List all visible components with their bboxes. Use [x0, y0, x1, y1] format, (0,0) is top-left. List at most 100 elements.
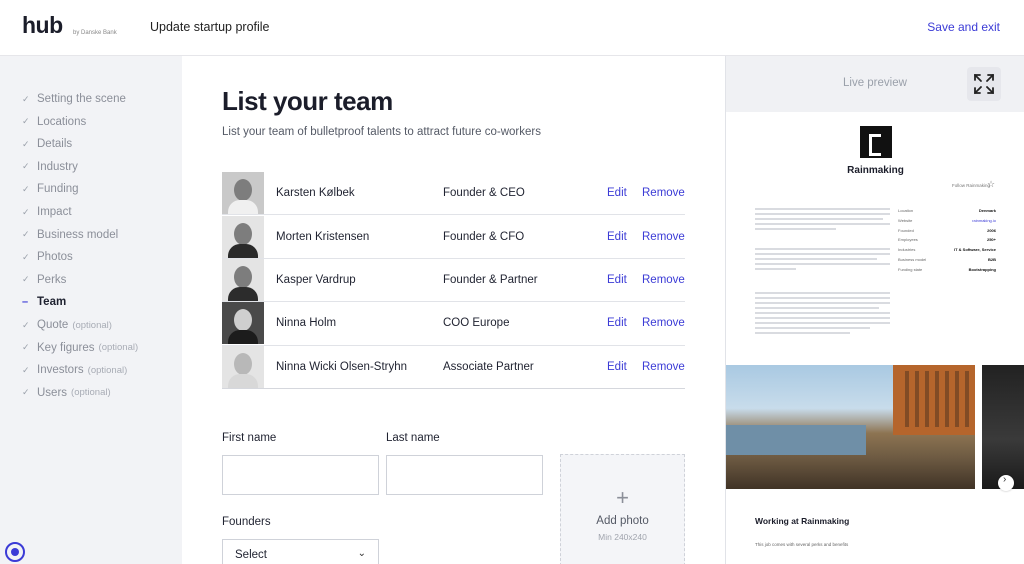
sidebar-item-label: Business model	[37, 228, 119, 241]
team-row: Karsten Kølbek Founder & CEO Edit Remove	[222, 172, 685, 216]
chevron-down-icon: ⌄	[357, 548, 366, 559]
sidebar-item-label: Quote	[37, 319, 69, 331]
office-photo	[982, 365, 1024, 489]
sidebar-item-locations[interactable]: ✓ Locations	[22, 112, 86, 132]
team-row: Morten Kristensen Founder & CFO Edit Rem…	[222, 215, 685, 259]
fact-row: Industries IT & Software, Service	[898, 247, 996, 253]
sidebar: ✓ Setting the scene ✓ Locations ✓ Details ✓…	[0, 56, 182, 564]
check-icon: ✓	[22, 364, 30, 375]
member-photo	[222, 345, 264, 388]
sidebar-item-label: Photos	[37, 251, 73, 264]
team-row: Ninna Holm COO Europe Edit Remove	[222, 302, 685, 346]
star-icon[interactable]: ☆	[987, 179, 995, 190]
member-role: Founder & CEO	[443, 187, 525, 200]
check-icon: ✓	[22, 229, 30, 240]
optional-tag: (optional)	[71, 387, 111, 399]
edit-member-button[interactable]: Edit	[607, 317, 627, 329]
edit-member-button[interactable]: Edit	[607, 274, 627, 286]
member-photo	[222, 172, 264, 215]
check-icon: ✓	[22, 206, 30, 217]
member-name: Ninna Wicki Olsen-Stryhn	[276, 360, 408, 373]
company-facts: Location Denmark Website rainmaking.io Fou…	[898, 208, 996, 277]
plus-icon: +	[616, 485, 629, 510]
optional-tag: (optional)	[98, 342, 139, 354]
fact-row: Funding state Bootstrapping	[898, 266, 996, 272]
fact-row: Business model B2B	[898, 256, 996, 262]
fact-row: Employees 250+	[898, 237, 996, 243]
member-role: Associate Partner	[443, 360, 534, 373]
optional-tag: (optional)	[72, 319, 112, 331]
sidebar-item-label: Setting the scene	[37, 93, 126, 105]
sidebar-item-setting-the-scene[interactable]: ✓ Setting the scene	[22, 89, 126, 109]
check-icon: ✓	[22, 93, 30, 104]
sidebar-item-label: Key figures	[37, 341, 95, 354]
sidebar-item-business-model[interactable]: ✓ Business model	[22, 225, 118, 245]
fact-row: Location Denmark	[898, 208, 996, 213]
sidebar-item-photos[interactable]: ✓ Photos	[22, 247, 73, 267]
follow-company-label[interactable]: Follow Rainmaking	[952, 183, 990, 188]
sidebar-item-users[interactable]: ✓ Users (optional)	[22, 383, 111, 403]
add-photo-label: Add photo	[596, 515, 649, 527]
team-row: Ninna Wicki Olsen-Stryhn Associate Partn…	[222, 345, 685, 389]
remove-member-button[interactable]: Remove	[642, 361, 685, 373]
help-chat-icon[interactable]	[5, 542, 25, 562]
expand-icon	[974, 74, 994, 94]
add-photo-dropzone[interactable]: + Add photo Min 240x240	[560, 454, 685, 564]
team-list: Karsten Kølbek Founder & CEO Edit Remove…	[222, 172, 685, 389]
check-icon: ✓	[22, 342, 30, 353]
remove-member-button[interactable]: Remove	[642, 231, 685, 243]
sidebar-item-label: Industry	[37, 160, 78, 173]
last-name-input[interactable]	[386, 455, 543, 495]
remove-member-button[interactable]: Remove	[642, 317, 685, 329]
last-name-label: Last name	[386, 432, 440, 444]
sidebar-item-team[interactable]: – Team	[22, 292, 66, 312]
member-name: Ninna Holm	[276, 317, 337, 330]
founders-select[interactable]: Select ⌄	[222, 539, 379, 564]
member-photo	[222, 258, 264, 301]
sidebar-item-perks[interactable]: ✓ Perks	[22, 270, 66, 290]
edit-member-button[interactable]: Edit	[607, 187, 627, 199]
sidebar-item-label: Locations	[37, 115, 87, 128]
team-row: Kasper Vardrup Founder & Partner Edit Re…	[222, 258, 685, 303]
working-at-subtitle: This job comes with several perks and be…	[755, 542, 849, 547]
sidebar-item-key-figures[interactable]: ✓ Key figures (optional)	[22, 338, 138, 358]
sidebar-item-industry[interactable]: ✓ Industry	[22, 157, 78, 177]
edit-member-button[interactable]: Edit	[607, 361, 627, 373]
sidebar-item-label: Investors	[37, 364, 84, 377]
remove-member-button[interactable]: Remove	[642, 187, 685, 199]
check-icon: ✓	[22, 161, 30, 172]
sidebar-item-label: Perks	[37, 273, 67, 286]
expand-preview-button[interactable]	[967, 67, 1001, 101]
edit-member-button[interactable]: Edit	[607, 231, 627, 243]
sidebar-item-funding[interactable]: ✓ Funding	[22, 179, 79, 199]
hub-logo[interactable]: hub	[22, 12, 63, 39]
sidebar-item-details[interactable]: ✓ Details	[22, 134, 72, 154]
page-subtitle: List your team of bulletproof talents to…	[222, 126, 541, 138]
first-name-input[interactable]	[222, 455, 379, 495]
save-and-exit-link[interactable]: Save and exit	[927, 20, 1000, 34]
member-photo	[222, 215, 264, 258]
first-name-label: First name	[222, 432, 277, 444]
active-dash-icon: –	[22, 296, 29, 309]
member-role: COO Europe	[443, 317, 510, 330]
description-paragraph	[755, 292, 890, 337]
remove-member-button[interactable]: Remove	[642, 274, 685, 286]
member-name: Morten Kristensen	[276, 230, 370, 243]
sidebar-item-impact[interactable]: ✓ Impact	[22, 202, 72, 222]
check-icon: ✓	[22, 251, 30, 262]
check-icon: ✓	[22, 116, 30, 127]
founders-select-value: Select	[235, 549, 267, 561]
company-name: Rainmaking	[847, 165, 904, 176]
sidebar-item-quote[interactable]: ✓ Quote (optional)	[22, 315, 112, 335]
optional-tag: (optional)	[87, 364, 128, 376]
member-photo	[222, 302, 264, 345]
live-preview-panel: Live preview Rainmaking Follow Rainmakin…	[725, 56, 1024, 564]
member-role: Founder & Partner	[443, 273, 538, 286]
carousel-next-button[interactable]	[998, 474, 1014, 491]
logo-subtitle: by Danske Bank	[73, 30, 117, 36]
sidebar-item-investors[interactable]: ✓ Investors (optional)	[22, 360, 127, 380]
website-link[interactable]: rainmaking.io	[972, 218, 996, 223]
main-content: List your team List your team of bulletp…	[182, 56, 725, 564]
preview-profile-card: Rainmaking Follow Rainmaking ☆ Location D…	[726, 112, 1024, 564]
add-photo-hint: Min 240x240	[598, 532, 647, 542]
